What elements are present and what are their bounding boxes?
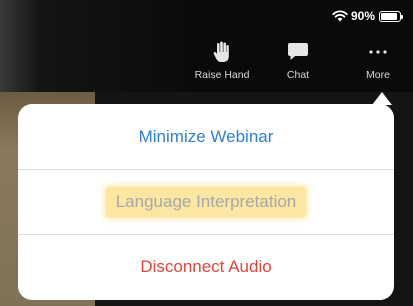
chat-label: Chat bbox=[286, 69, 310, 81]
hand-icon bbox=[213, 41, 229, 62]
battery-fill bbox=[381, 12, 398, 20]
minimize-webinar-option[interactable]: Minimize Webinar bbox=[18, 104, 394, 169]
battery-tip bbox=[401, 14, 403, 19]
language-interpretation-label: Language Interpretation bbox=[105, 187, 307, 217]
meeting-toolbar: 90% Raise Hand Chat More bbox=[0, 0, 413, 92]
minimize-webinar-label: Minimize Webinar bbox=[138, 126, 274, 146]
battery-icon bbox=[379, 10, 403, 22]
disconnect-audio-label: Disconnect Audio bbox=[140, 257, 272, 276]
more-button[interactable]: More bbox=[343, 40, 413, 81]
raise-hand-label: Raise Hand bbox=[194, 69, 250, 81]
more-dots-icon bbox=[369, 50, 387, 54]
wifi-icon bbox=[332, 10, 348, 22]
language-interpretation-option[interactable]: Language Interpretation bbox=[18, 169, 394, 234]
status-bar: 90% bbox=[332, 9, 403, 23]
raise-hand-button[interactable]: Raise Hand bbox=[187, 40, 257, 81]
more-label: More bbox=[366, 69, 390, 81]
battery-percent: 90% bbox=[350, 9, 375, 23]
more-options-menu: Minimize Webinar Language Interpretation… bbox=[18, 104, 394, 300]
chat-button[interactable]: Chat bbox=[263, 40, 333, 81]
chat-bubble-icon bbox=[288, 43, 308, 60]
disconnect-audio-option[interactable]: Disconnect Audio bbox=[18, 234, 394, 299]
